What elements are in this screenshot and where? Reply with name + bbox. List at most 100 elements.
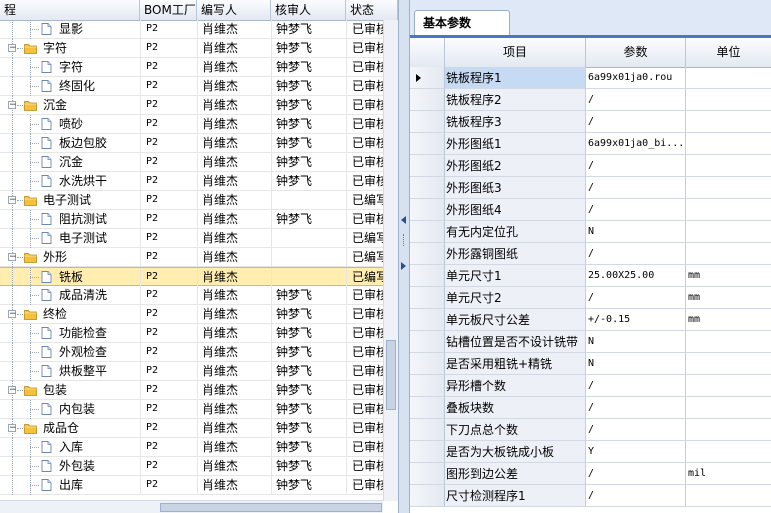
- row-indicator[interactable]: [410, 221, 445, 243]
- tree-item-row[interactable]: 阻抗测试 P2 肖维杰 钟梦飞 已审核: [0, 210, 383, 229]
- row-indicator[interactable]: [410, 177, 445, 199]
- row-indicator[interactable]: [410, 463, 445, 485]
- collapse-toggle-icon[interactable]: −: [8, 253, 17, 262]
- row-indicator[interactable]: [410, 133, 445, 155]
- parameter-unit[interactable]: [686, 419, 771, 441]
- parameter-row[interactable]: 铣板程序2/: [410, 89, 771, 111]
- collapse-right-arrow-icon[interactable]: [401, 262, 406, 270]
- parameter-value[interactable]: /: [586, 177, 686, 199]
- row-indicator[interactable]: [410, 67, 445, 89]
- row-indicator[interactable]: [410, 485, 445, 507]
- column-header-process[interactable]: 程: [0, 0, 140, 20]
- column-header-writer[interactable]: 编写人: [197, 0, 271, 20]
- parameter-row[interactable]: 是否为大板铣成小板 Y: [410, 441, 771, 463]
- parameter-row[interactable]: 单元板尺寸公差 +/-0.15 mm: [410, 309, 771, 331]
- parameter-row[interactable]: 异形槽个数 /: [410, 375, 771, 397]
- tree-item-row[interactable]: 外观检查 P2 肖维杰 钟梦飞 已审核: [0, 343, 383, 362]
- parameter-row[interactable]: 叠板块数 /: [410, 397, 771, 419]
- tree-folder-row[interactable]: − 终检 P2 肖维杰 钟梦飞 已审核: [0, 305, 383, 324]
- parameter-row[interactable]: 单元尺寸2/mm: [410, 287, 771, 309]
- row-indicator[interactable]: [410, 111, 445, 133]
- panel-splitter[interactable]: [398, 0, 410, 513]
- tree-folder-row[interactable]: − 外形 P2 肖维杰 已编写: [0, 248, 383, 267]
- parameter-unit[interactable]: [686, 243, 771, 265]
- tree-item-row[interactable]: 水洗烘干 P2 肖维杰 钟梦飞 已审核: [0, 172, 383, 191]
- collapse-toggle-icon[interactable]: −: [8, 310, 17, 319]
- row-indicator[interactable]: [410, 331, 445, 353]
- collapse-left-arrow-icon[interactable]: [401, 216, 406, 224]
- tree-folder-row[interactable]: − 包装 P2 肖维杰 钟梦飞 已审核: [0, 381, 383, 400]
- row-indicator[interactable]: [410, 441, 445, 463]
- collapse-toggle-icon[interactable]: −: [8, 386, 17, 395]
- tree-item-row[interactable]: 喷砂 P2 肖维杰 钟梦飞 已审核: [0, 115, 383, 134]
- parameter-value[interactable]: 6a99x01ja0.rou: [586, 67, 686, 89]
- tree-item-row[interactable]: 电子测试 P2 肖维杰 已编写: [0, 229, 383, 248]
- parameter-unit[interactable]: [686, 111, 771, 133]
- tree-item-row[interactable]: 烘板整平 P2 肖维杰 钟梦飞 已审核: [0, 362, 383, 381]
- parameter-value[interactable]: N: [586, 331, 686, 353]
- tree-item-row[interactable]: 字符 P2 肖维杰 钟梦飞 已审核: [0, 58, 383, 77]
- parameter-row[interactable]: 外形图纸1 6a99x01ja0_bi...: [410, 133, 771, 155]
- process-tree-grid[interactable]: 程 BOM工厂 编写人 核审人 状态 显影 P2 肖维杰 钟梦飞 已审核 − 字符 P2 肖维杰…: [0, 0, 398, 513]
- column-header-param[interactable]: 参数: [586, 38, 686, 67]
- left-horizontal-scrollbar[interactable]: [0, 500, 383, 513]
- tab-basic-params[interactable]: 基本参数: [414, 10, 510, 36]
- parameter-unit[interactable]: [686, 155, 771, 177]
- collapse-toggle-icon[interactable]: −: [8, 424, 17, 433]
- parameter-unit[interactable]: [686, 133, 771, 155]
- column-header-unit[interactable]: 单位: [686, 38, 771, 67]
- collapse-toggle-icon[interactable]: −: [8, 101, 17, 110]
- parameter-unit[interactable]: [686, 331, 771, 353]
- parameter-value[interactable]: /: [586, 419, 686, 441]
- parameter-value[interactable]: /: [586, 243, 686, 265]
- tree-item-row[interactable]: 外包装 P2 肖维杰 钟梦飞 已审核: [0, 457, 383, 476]
- parameter-value[interactable]: /: [586, 463, 686, 485]
- parameter-row[interactable]: 下刀点总个数 /: [410, 419, 771, 441]
- row-indicator[interactable]: [410, 199, 445, 221]
- parameter-unit[interactable]: [686, 89, 771, 111]
- parameter-value[interactable]: /: [586, 155, 686, 177]
- parameter-row[interactable]: 有无内定位孔 N: [410, 221, 771, 243]
- parameter-unit[interactable]: [686, 67, 771, 89]
- parameter-value[interactable]: N: [586, 353, 686, 375]
- parameter-row[interactable]: 图形到边公差 / mil: [410, 463, 771, 485]
- tree-item-row[interactable]: 显影 P2 肖维杰 钟梦飞 已审核: [0, 20, 383, 39]
- row-indicator[interactable]: [410, 243, 445, 265]
- parameter-unit[interactable]: [686, 221, 771, 243]
- collapse-toggle-icon[interactable]: −: [8, 196, 17, 205]
- parameter-value[interactable]: 25.00X25.00: [586, 265, 686, 287]
- parameter-row[interactable]: 是否采用粗铣+精铣 N: [410, 353, 771, 375]
- tree-item-row[interactable]: 铣板 P2 肖维杰 已编写: [0, 267, 383, 287]
- parameter-unit[interactable]: [686, 177, 771, 199]
- parameter-value[interactable]: /: [586, 199, 686, 221]
- column-header-bom-factory[interactable]: BOM工厂: [140, 0, 197, 20]
- parameter-row[interactable]: 尺寸检测程序1/: [410, 485, 771, 507]
- tree-folder-row[interactable]: − 字符 P2 肖维杰 钟梦飞 已审核: [0, 39, 383, 58]
- parameter-unit[interactable]: mm: [686, 309, 771, 331]
- column-header-status[interactable]: 状态: [346, 0, 398, 20]
- parameter-unit[interactable]: [686, 375, 771, 397]
- parameter-value[interactable]: /: [586, 375, 686, 397]
- parameter-value[interactable]: /: [586, 287, 686, 309]
- tree-item-row[interactable]: 终固化 P2 肖维杰 钟梦飞 已审核: [0, 77, 383, 96]
- parameter-unit[interactable]: [686, 485, 771, 507]
- row-indicator[interactable]: [410, 89, 445, 111]
- column-header-reviewer[interactable]: 核审人: [271, 0, 346, 20]
- collapse-toggle-icon[interactable]: −: [8, 44, 17, 53]
- column-header-item[interactable]: 项目: [445, 38, 586, 67]
- tree-item-row[interactable]: 内包装 P2 肖维杰 钟梦飞 已审核: [0, 400, 383, 419]
- parameter-unit[interactable]: mm: [686, 287, 771, 309]
- parameter-row[interactable]: 单元尺寸1 25.00X25.00 mm: [410, 265, 771, 287]
- parameter-unit[interactable]: [686, 441, 771, 463]
- parameter-unit[interactable]: mm: [686, 265, 771, 287]
- row-indicator[interactable]: [410, 419, 445, 441]
- parameter-value[interactable]: +/-0.15: [586, 309, 686, 331]
- tree-item-row[interactable]: 入库 P2 肖维杰 钟梦飞 已审核: [0, 438, 383, 457]
- parameter-unit[interactable]: mil: [686, 463, 771, 485]
- row-indicator[interactable]: [410, 287, 445, 309]
- row-indicator[interactable]: [410, 265, 445, 287]
- scroll-thumb[interactable]: [386, 340, 396, 410]
- tree-item-row[interactable]: 板边包胶 P2 肖维杰 钟梦飞 已审核: [0, 134, 383, 153]
- tree-folder-row[interactable]: − 成品仓 P2 肖维杰 钟梦飞 已审核: [0, 419, 383, 438]
- parameter-value[interactable]: Y: [586, 441, 686, 463]
